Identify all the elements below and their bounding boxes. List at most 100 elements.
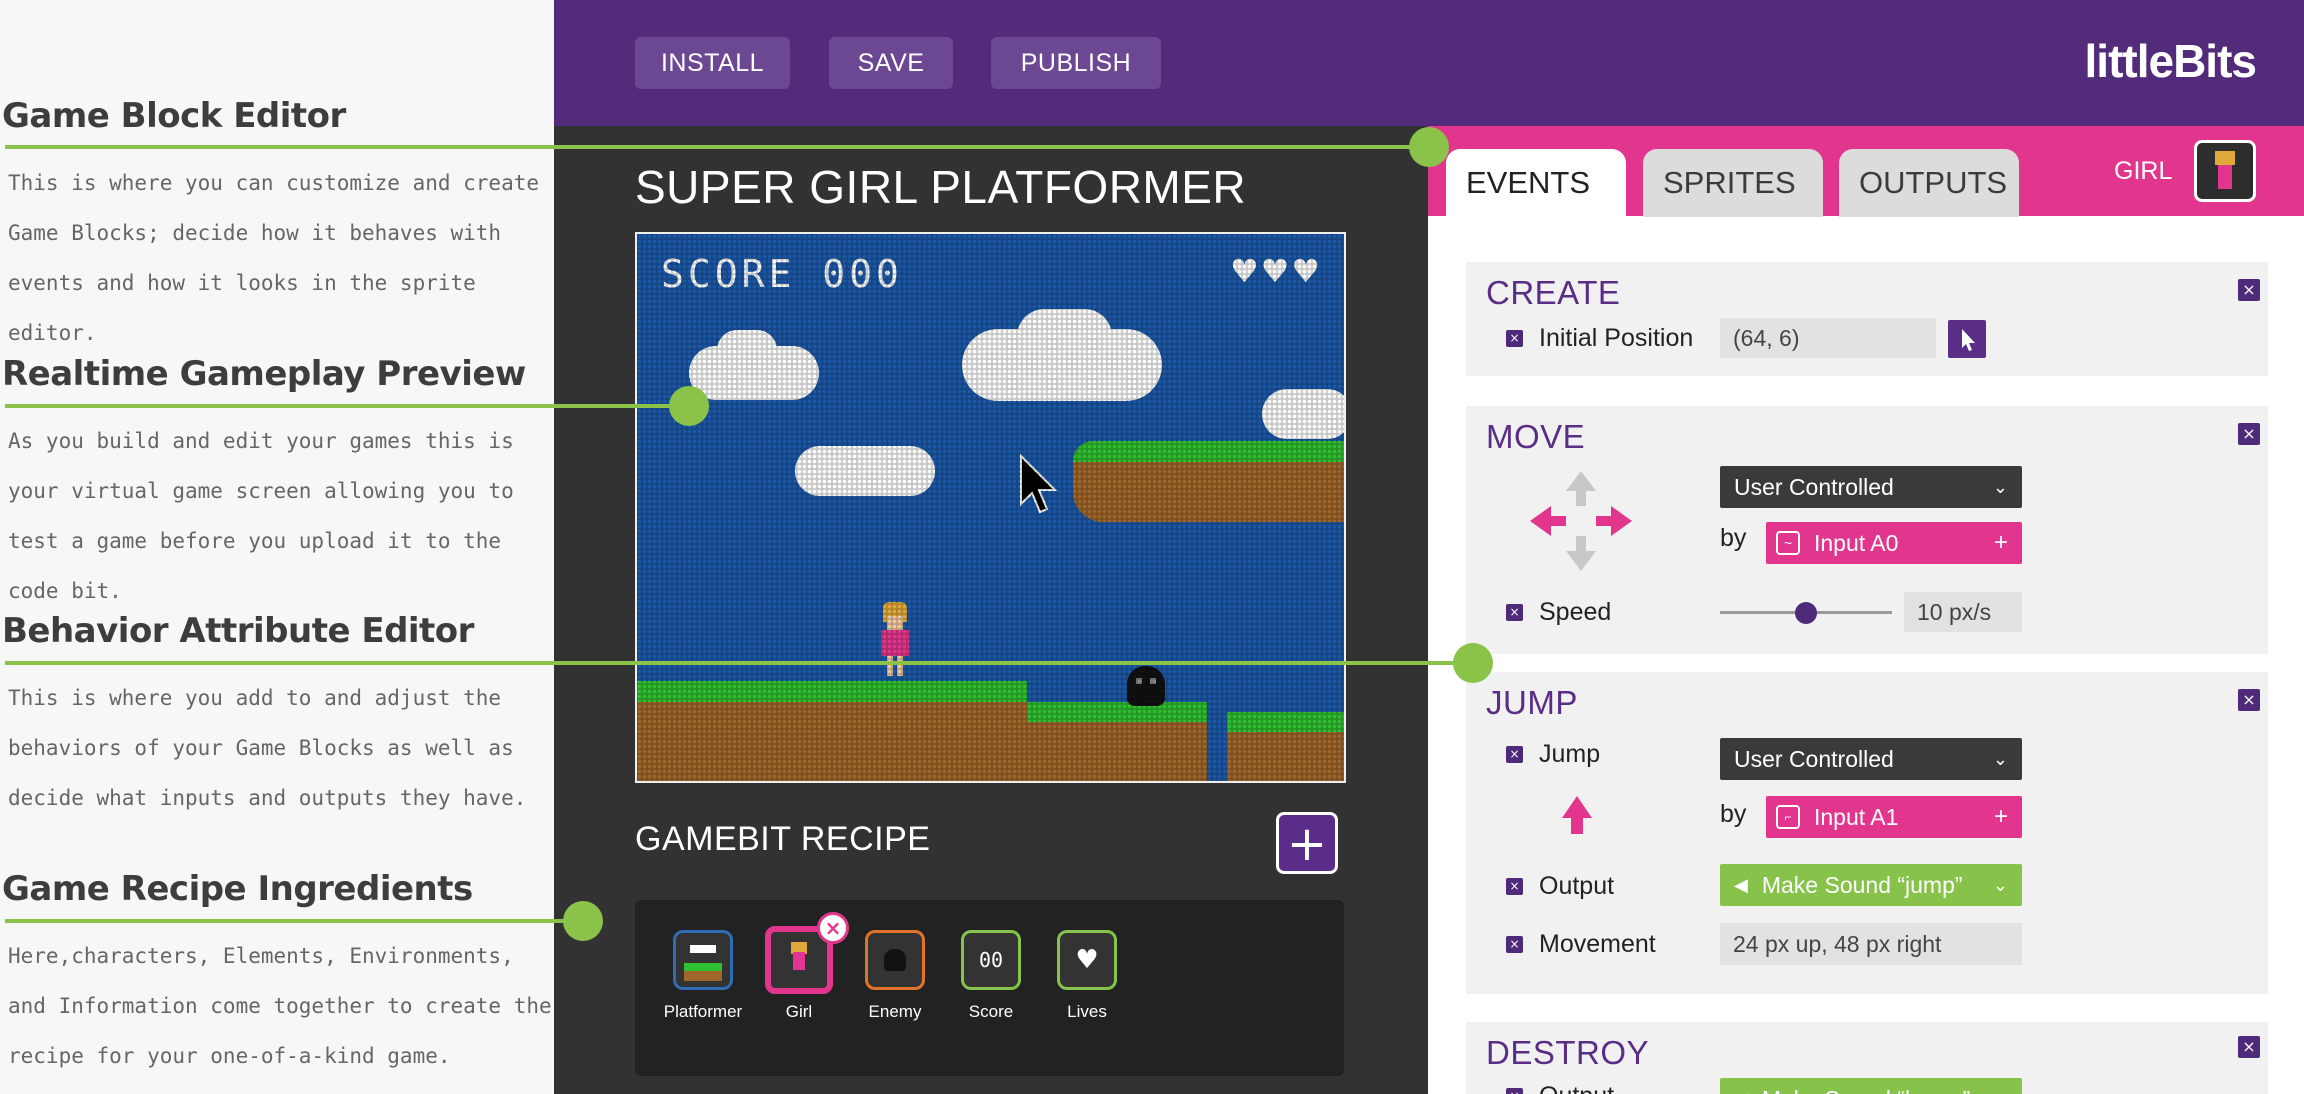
selected-sprite-avatar[interactable] (2194, 140, 2256, 202)
speaker-icon: ◀ (1734, 1089, 1748, 1094)
remove-row-icon[interactable]: × (1506, 936, 1523, 953)
tab-events[interactable]: EVENTS (1446, 149, 1626, 217)
speed-slider-thumb[interactable] (1795, 602, 1817, 624)
jump-mode-select[interactable]: User Controlled ⌄ (1720, 738, 2022, 780)
connector-dot (1409, 127, 1449, 167)
remove-card-icon[interactable]: × (2238, 689, 2260, 711)
analog-wave-icon: ~ (1776, 531, 1800, 555)
platform-dirt (1073, 462, 1344, 522)
recipe-tray: Platformer × Girl Enemy 00 Score ♥ Lives (635, 900, 1344, 1076)
mouse-cursor-icon (1020, 454, 1058, 514)
plus-icon: + (1993, 529, 2008, 556)
annotation-title: Realtime Gameplay Preview (2, 354, 526, 394)
annotation-desc: This is where you add to and adjust the … (8, 686, 527, 810)
girl-sprite (877, 602, 913, 678)
remove-row-icon[interactable]: × (1506, 1088, 1523, 1094)
tab-sprites[interactable]: SPRITES (1643, 149, 1823, 217)
publish-button[interactable]: PUBLISH (991, 37, 1161, 89)
input-value: Input A0 (1814, 529, 1899, 556)
connector-line (5, 661, 1473, 665)
initial-position-label: Initial Position (1539, 324, 1694, 352)
by-label: by (1720, 800, 1747, 828)
cloud (795, 446, 935, 496)
score-icon: 00 (961, 930, 1021, 990)
up-arrow-icon (1562, 796, 1592, 834)
connector-dot (1453, 643, 1493, 683)
move-card: MOVE × User Controlled ⌄ by ~ Input A0 +… (1466, 406, 2268, 654)
direction-arrows-icon (1530, 471, 1632, 571)
jump-label: Jump (1539, 740, 1601, 768)
card-title: JUMP (1486, 684, 1578, 721)
connector-line (5, 404, 689, 408)
by-label: by (1720, 524, 1747, 552)
output-value: Make Sound “boom” (1762, 1086, 1970, 1094)
jump-output-select[interactable]: ◀ Make Sound “jump” ⌄ (1720, 864, 2022, 906)
input-value: Input A1 (1814, 803, 1899, 830)
annotation-desc: This is where you can customize and crea… (8, 171, 540, 345)
save-button[interactable]: SAVE (829, 37, 953, 89)
littlebits-logo: littleBits (2084, 35, 2257, 87)
ingredient-label: Platformer (663, 1002, 743, 1021)
ground-dirt (637, 702, 1027, 781)
add-ingredient-button[interactable]: + (1276, 812, 1338, 874)
ingredient-label: Lives (1067, 1002, 1107, 1021)
select-value: User Controlled (1734, 745, 1894, 772)
game-screen[interactable]: SCORE 000 ♥♥♥ (635, 232, 1346, 783)
remove-row-icon[interactable]: × (1506, 330, 1523, 347)
connector-dot (563, 901, 603, 941)
annotation-title: Game Block Editor (2, 96, 346, 136)
remove-ingredient-icon[interactable]: × (817, 912, 849, 944)
annotation-title: Game Recipe Ingredients (2, 869, 473, 909)
destroy-output-select[interactable]: ◀ Make Sound “boom” ⌄ (1720, 1078, 2022, 1094)
ingredient-enemy[interactable]: Enemy (847, 930, 943, 1022)
remove-row-icon[interactable]: × (1506, 878, 1523, 895)
ground-dirt (1027, 722, 1207, 781)
score-display: SCORE 000 (661, 252, 903, 296)
jump-input-select[interactable]: ⌐ Input A1 + (1766, 796, 2022, 838)
cloud (1262, 389, 1344, 439)
enemy-icon (865, 930, 925, 990)
heart-icon: ♥ (1057, 930, 1117, 990)
ingredient-girl[interactable]: × Girl (751, 912, 849, 1022)
tab-outputs[interactable]: OUTPUTS (1839, 149, 2019, 217)
annotation-desc: As you build and edit your games this is… (8, 429, 514, 603)
initial-position-field[interactable]: (64, 6) (1720, 318, 1936, 358)
card-title: DESTROY (1486, 1034, 1650, 1071)
speed-value-field[interactable]: 10 px/s (1904, 592, 2022, 632)
remove-card-icon[interactable]: × (2238, 1036, 2260, 1058)
annotation-desc: Here,characters, Elements, Environments,… (8, 944, 552, 1068)
create-card: CREATE × × Initial Position (64, 6) (1466, 262, 2268, 376)
chevron-down-icon: ⌄ (1992, 476, 2008, 497)
ground-dirt (1227, 732, 1344, 781)
top-toolbar: INSTALL SAVE PUBLISH littleBits (554, 0, 2304, 126)
remove-row-icon[interactable]: × (1506, 604, 1523, 621)
ground-grass (1027, 702, 1207, 724)
select-value: User Controlled (1734, 473, 1894, 500)
ingredient-lives[interactable]: ♥ Lives (1039, 930, 1135, 1022)
ingredient-score[interactable]: 00 Score (943, 930, 1039, 1022)
chevron-down-icon: ⌄ (1993, 1089, 2008, 1094)
lives-hearts-icon: ♥♥♥ (1229, 252, 1322, 290)
recipe-title: GAMEBIT RECIPE (635, 820, 931, 858)
ingredient-platformer[interactable]: Platformer (655, 930, 751, 1022)
card-title: MOVE (1486, 418, 1586, 455)
ingredient-label: Enemy (868, 1002, 922, 1021)
movement-field[interactable]: 24 px up, 48 px right (1720, 923, 2022, 965)
ingredient-label: Score (968, 1002, 1014, 1021)
move-input-select[interactable]: ~ Input A0 + (1766, 522, 2022, 564)
remove-card-icon[interactable]: × (2238, 279, 2260, 301)
remove-card-icon[interactable]: × (2238, 423, 2260, 445)
selected-sprite-label: GIRL (2114, 157, 2173, 185)
remove-row-icon[interactable]: × (1506, 746, 1523, 763)
game-title: SUPER GIRL PLATFORMER (635, 161, 1247, 213)
enemy-sprite (1127, 666, 1165, 706)
ground-grass (1227, 712, 1344, 734)
card-title: CREATE (1486, 274, 1621, 311)
output-label: Output (1539, 872, 1615, 900)
speed-label: Speed (1539, 598, 1612, 626)
movement-label: Movement (1539, 930, 1656, 958)
move-mode-select[interactable]: User Controlled ⌄ (1720, 466, 2022, 508)
install-button[interactable]: INSTALL (635, 37, 790, 89)
output-value: Make Sound “jump” (1761, 871, 1963, 898)
pick-position-icon[interactable] (1948, 320, 1986, 358)
